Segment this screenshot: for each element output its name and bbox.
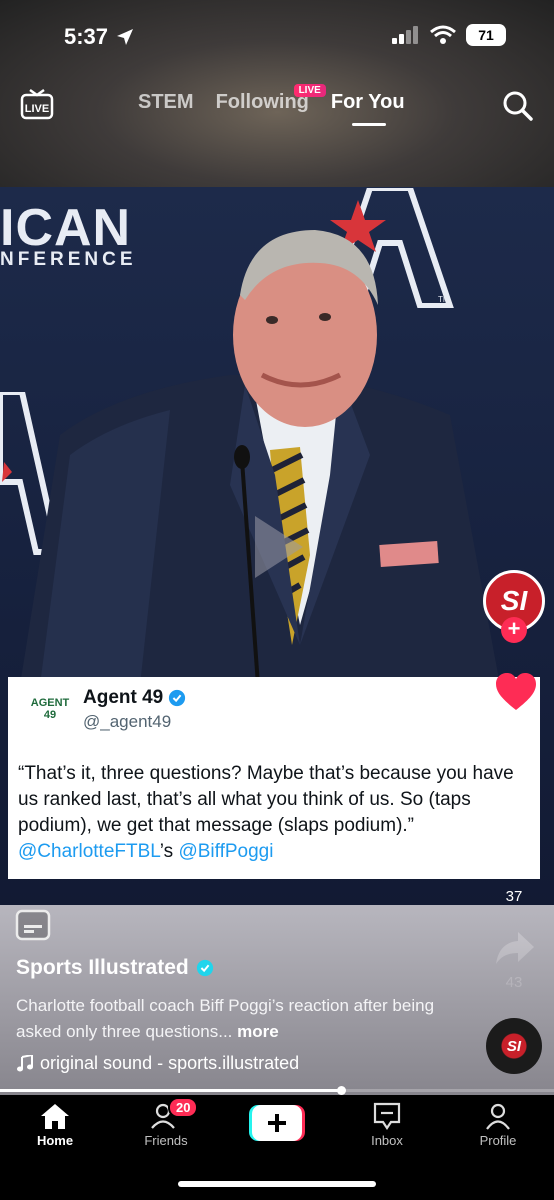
music-note-icon xyxy=(17,1054,33,1071)
tweet-avatar-logo: AGENT 49 xyxy=(30,697,70,721)
follow-plus-button[interactable]: + xyxy=(501,617,527,643)
sound-link[interactable]: original sound - sports.illustrated xyxy=(16,1053,299,1074)
status-time: 5:37 xyxy=(64,24,134,50)
top-tabs: STEM Following LIVE For You xyxy=(138,84,405,126)
status-indicators: 71 xyxy=(392,24,506,46)
location-arrow-icon xyxy=(117,29,134,45)
speaker-figure xyxy=(20,230,500,685)
tab-inbox[interactable]: Inbox xyxy=(342,1102,432,1148)
heart-icon[interactable] xyxy=(494,672,538,712)
sound-disc[interactable]: SI xyxy=(486,1018,542,1074)
home-indicator xyxy=(178,1181,376,1187)
search-icon[interactable] xyxy=(502,90,534,122)
verified-badge-icon xyxy=(169,689,186,707)
live-tv-label: LIVE xyxy=(25,103,49,115)
verified-badge-icon xyxy=(196,959,213,977)
tab-home[interactable]: Home xyxy=(10,1102,100,1148)
tweet-card: AGENT 49 Agent 49 @_agent49 “That’s it, … xyxy=(8,677,540,879)
tab-stem[interactable]: STEM xyxy=(138,91,194,114)
tweet-handle: @_agent49 xyxy=(83,712,172,731)
live-tv-icon[interactable]: LIVE xyxy=(20,88,54,120)
captions-icon[interactable] xyxy=(15,909,51,941)
tweet-author-name: Agent 49 xyxy=(83,687,186,709)
video-progress-bar[interactable] xyxy=(0,1086,554,1095)
more-link[interactable]: more xyxy=(237,1022,279,1041)
tab-for-you[interactable]: For You xyxy=(331,91,405,126)
profile-icon xyxy=(486,1103,510,1130)
home-icon xyxy=(41,1104,69,1129)
post-description[interactable]: Charlotte football coach Biff Poggi’s re… xyxy=(16,993,446,1045)
inbox-icon xyxy=(373,1102,401,1130)
tab-profile[interactable]: Profile xyxy=(453,1102,543,1148)
post-author[interactable]: Sports Illustrated xyxy=(16,956,214,980)
signal-icon xyxy=(392,26,418,44)
comment-count: 37 xyxy=(505,888,523,905)
progress-fill xyxy=(0,1089,341,1092)
live-badge: LIVE xyxy=(293,84,326,97)
battery-indicator: 71 xyxy=(466,24,506,46)
create-plus-button[interactable] xyxy=(249,1105,305,1141)
play-icon xyxy=(255,516,303,578)
tab-following[interactable]: Following LIVE xyxy=(216,84,326,114)
like-count: 1300 xyxy=(497,717,531,734)
wifi-icon xyxy=(430,25,456,44)
mention-biffpoggi[interactable]: @BiffPoggi xyxy=(178,841,273,862)
progress-handle[interactable] xyxy=(337,1086,346,1095)
mention-charlotte[interactable]: @CharlotteFTBL xyxy=(18,841,160,862)
friends-badge: 20 xyxy=(168,1097,199,1118)
tweet-text: “That’s it, three questions? Maybe that’… xyxy=(18,763,514,862)
